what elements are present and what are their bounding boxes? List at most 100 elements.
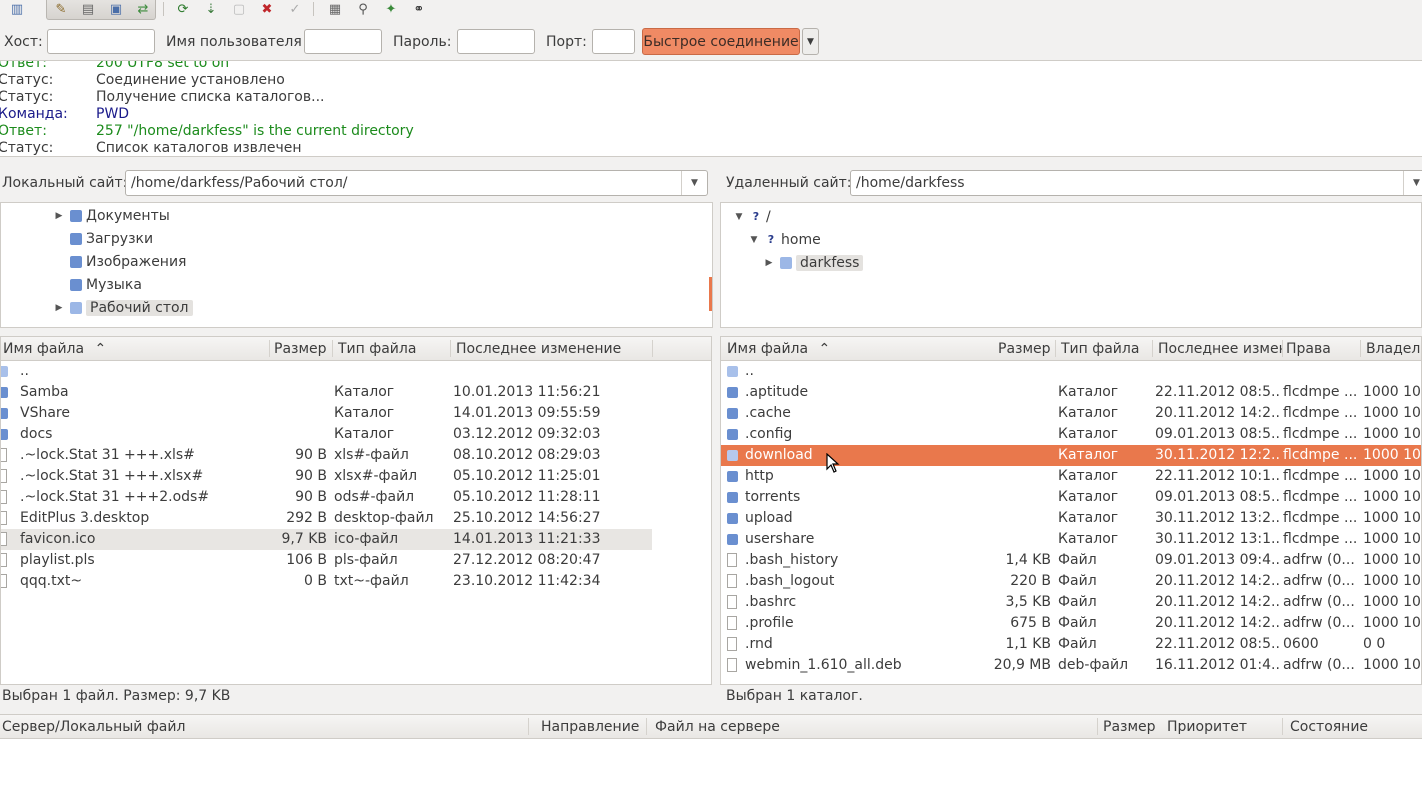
column-header-type[interactable]: Тип файла	[338, 341, 416, 357]
list-item[interactable]: usershare Каталог 30.11.2012 13:1... flcdmp…	[721, 529, 1421, 550]
remote-site-bar: Удаленный сайт: /home/darkfess ▼	[720, 167, 1422, 201]
list-item[interactable]: .profile 675 B Файл 20.11.2012 14:2... adfrw…	[721, 613, 1421, 634]
local-file-list[interactable]: Имя файла ⌃ Размер Тип файла Последнее и…	[0, 336, 712, 685]
list-item[interactable]: EditPlus 3.desktop 292 B desktop-файл 25.10…	[1, 508, 711, 529]
list-item[interactable]: .~lock.Stat 31 +++.xlsx# 90 B xlsx#-файл 05…	[1, 466, 711, 487]
column-separator[interactable]	[332, 340, 333, 357]
list-item[interactable]: .~lock.Stat 31 +++2.ods# 90 B ods#-файл 05.…	[1, 487, 711, 508]
reconnect-icon[interactable]: ✓	[284, 0, 306, 18]
queue-column-priority[interactable]: Приоритет	[1167, 719, 1247, 735]
filter-icon[interactable]: ▦	[324, 0, 346, 18]
column-header-name[interactable]: Имя файла ⌃	[727, 341, 830, 357]
column-separator[interactable]	[1097, 718, 1098, 735]
list-item[interactable]: .~lock.Stat 31 +++.xls# 90 B xls#-файл 08.1…	[1, 445, 711, 466]
list-item[interactable]: torrents Каталог 09.01.2013 08:5... flcdmpe…	[721, 487, 1421, 508]
list-item[interactable]: upload Каталог 30.11.2012 13:2... flcdmpe .…	[721, 508, 1421, 529]
expand-arrow-icon[interactable]: ▶	[763, 258, 775, 268]
expand-arrow-icon[interactable]: ▶	[53, 211, 65, 221]
cancel-icon[interactable]: ▢	[228, 0, 250, 18]
file-name: ..	[20, 363, 29, 379]
username-input[interactable]	[304, 29, 382, 54]
transfer-queue[interactable]: Сервер/Локальный файл Направление Файл н…	[0, 714, 1422, 805]
toggle-log-icon[interactable]: ✎	[50, 0, 72, 18]
queue-column-remote-file[interactable]: Файл на сервере	[655, 719, 780, 735]
expand-arrow-icon[interactable]: ▶	[53, 303, 65, 313]
tree-node-Документы[interactable]: ▶ Документы	[53, 205, 170, 226]
tree-node-root[interactable]: ▼? /	[733, 206, 771, 227]
column-header-size[interactable]: Размер	[998, 341, 1051, 357]
toggle-tree-icon[interactable]: ▤	[77, 0, 99, 18]
disconnect-icon[interactable]: ✖	[256, 0, 278, 18]
expand-arrow-icon[interactable]: ▼	[748, 235, 760, 245]
list-item[interactable]: docs Каталог 03.12.2012 09:32:03	[1, 424, 711, 445]
list-item[interactable]: webmin_1.610_all.deb 20,9 MB deb-файл 16.11…	[721, 655, 1421, 676]
refresh-icon[interactable]: ⟳	[172, 0, 194, 18]
toggle-remote-tree-icon[interactable]: ▣	[105, 0, 127, 18]
column-header-modified[interactable]: Последнее изменение	[456, 341, 621, 357]
column-header-name[interactable]: Имя файла ⌃	[3, 341, 106, 357]
column-separator[interactable]	[652, 340, 653, 357]
column-separator[interactable]	[1282, 718, 1283, 735]
search-icon[interactable]: ⚭	[408, 0, 430, 18]
password-input[interactable]	[457, 29, 535, 54]
sync-browse-icon[interactable]: ✦	[380, 0, 402, 18]
column-separator[interactable]	[269, 340, 270, 357]
column-separator[interactable]	[1152, 340, 1153, 357]
local-directory-tree[interactable]: ▶ Документы Загрузки Изображения Музыка ▶ Рабо…	[0, 202, 713, 328]
quickconnect-dropdown[interactable]: ▼	[802, 28, 819, 55]
tree-node-Музыка[interactable]: Музыка	[53, 274, 142, 295]
host-input[interactable]	[47, 29, 155, 54]
expand-arrow-icon[interactable]: ▼	[733, 212, 745, 222]
column-separator[interactable]	[450, 340, 451, 357]
queue-column-server-local[interactable]: Сервер/Локальный файл	[2, 719, 185, 735]
list-item[interactable]: playlist.pls 106 B pls-файл 27.12.2012 08:2…	[1, 550, 711, 571]
message-log[interactable]: Ответ: 200 UTF8 set to on Статус: Соединени…	[0, 60, 1422, 157]
column-separator[interactable]	[1055, 340, 1056, 357]
local-path-combo[interactable]: /home/darkfess/Рабочий стол/ ▼	[125, 170, 708, 196]
list-item[interactable]: .cache Каталог 20.11.2012 14:2... flcdmpe .…	[721, 403, 1421, 424]
tree-node-Загрузки[interactable]: Загрузки	[53, 228, 153, 249]
remote-file-list[interactable]: Имя файла ⌃ Размер Тип файла Последнее и…	[720, 336, 1422, 685]
chevron-down-icon[interactable]: ▼	[1403, 171, 1422, 195]
column-header-size[interactable]: Размер	[274, 341, 327, 357]
file-type: Файл	[1058, 636, 1097, 652]
queue-column-status[interactable]: Состояние	[1290, 719, 1368, 735]
quickconnect-button[interactable]: Быстрое соединение	[642, 28, 800, 55]
column-header-modified[interactable]: Последнее измен	[1158, 341, 1282, 357]
list-item[interactable]: .rnd 1,1 KB Файл 22.11.2012 08:5... 0600 0 0	[721, 634, 1421, 655]
list-item[interactable]: ..	[1, 361, 711, 382]
tree-node-Изображения[interactable]: Изображения	[53, 251, 186, 272]
file-type: Файл	[1058, 573, 1097, 589]
list-item[interactable]: ..	[721, 361, 1421, 382]
tree-node-Рабочий стол[interactable]: ▶ Рабочий стол	[53, 297, 193, 318]
list-item[interactable]: .aptitude Каталог 22.11.2012 08:5... flcdmp…	[721, 382, 1421, 403]
process-queue-icon[interactable]: ⇣	[200, 0, 222, 18]
tree-scrollbar-thumb[interactable]	[709, 277, 712, 311]
list-item[interactable]: favicon.ico 9,7 KB ico-файл 14.01.2013 11:2…	[1, 529, 652, 550]
tree-node-home[interactable]: ▼? home	[748, 229, 821, 250]
list-item[interactable]: .bash_history 1,4 KB Файл 09.01.2013 09:4..…	[721, 550, 1421, 571]
list-item[interactable]: qqq.txt~ 0 B txt~-файл 23.10.2012 11:42:34	[1, 571, 711, 592]
list-item[interactable]: Samba Каталог 10.01.2013 11:56:21	[1, 382, 711, 403]
column-separator[interactable]	[1360, 340, 1361, 357]
list-item[interactable]: .config Каталог 09.01.2013 08:5... flcdmpe …	[721, 424, 1421, 445]
toggle-queue-icon[interactable]: ⇄	[132, 0, 154, 18]
remote-directory-tree[interactable]: ▼? / ▼? home ▶ darkfess	[720, 202, 1422, 328]
queue-column-size[interactable]: Размер	[1103, 719, 1156, 735]
list-item[interactable]: VShare Каталог 14.01.2013 09:55:59	[1, 403, 711, 424]
column-header-type[interactable]: Тип файла	[1061, 341, 1139, 357]
chevron-down-icon[interactable]: ▼	[681, 171, 707, 195]
column-separator[interactable]	[1282, 340, 1283, 357]
column-separator[interactable]	[528, 718, 529, 735]
tree-node-darkfess[interactable]: ▶ darkfess	[763, 252, 864, 273]
list-item[interactable]: .bash_logout 220 B Файл 20.11.2012 14:2... a…	[721, 571, 1421, 592]
queue-column-direction[interactable]: Направление	[541, 719, 639, 735]
column-header-permissions[interactable]: Права	[1286, 341, 1331, 357]
compare-icon[interactable]: ⚲	[352, 0, 374, 18]
column-header-owner[interactable]: Владеле	[1366, 341, 1421, 357]
remote-path-combo[interactable]: /home/darkfess ▼	[850, 170, 1422, 196]
column-separator[interactable]	[646, 718, 647, 735]
port-input[interactable]	[592, 29, 635, 54]
list-item[interactable]: .bashrc 3,5 KB Файл 20.11.2012 14:2... adfrw…	[721, 592, 1421, 613]
site-manager-icon[interactable]: ▥	[6, 0, 28, 18]
